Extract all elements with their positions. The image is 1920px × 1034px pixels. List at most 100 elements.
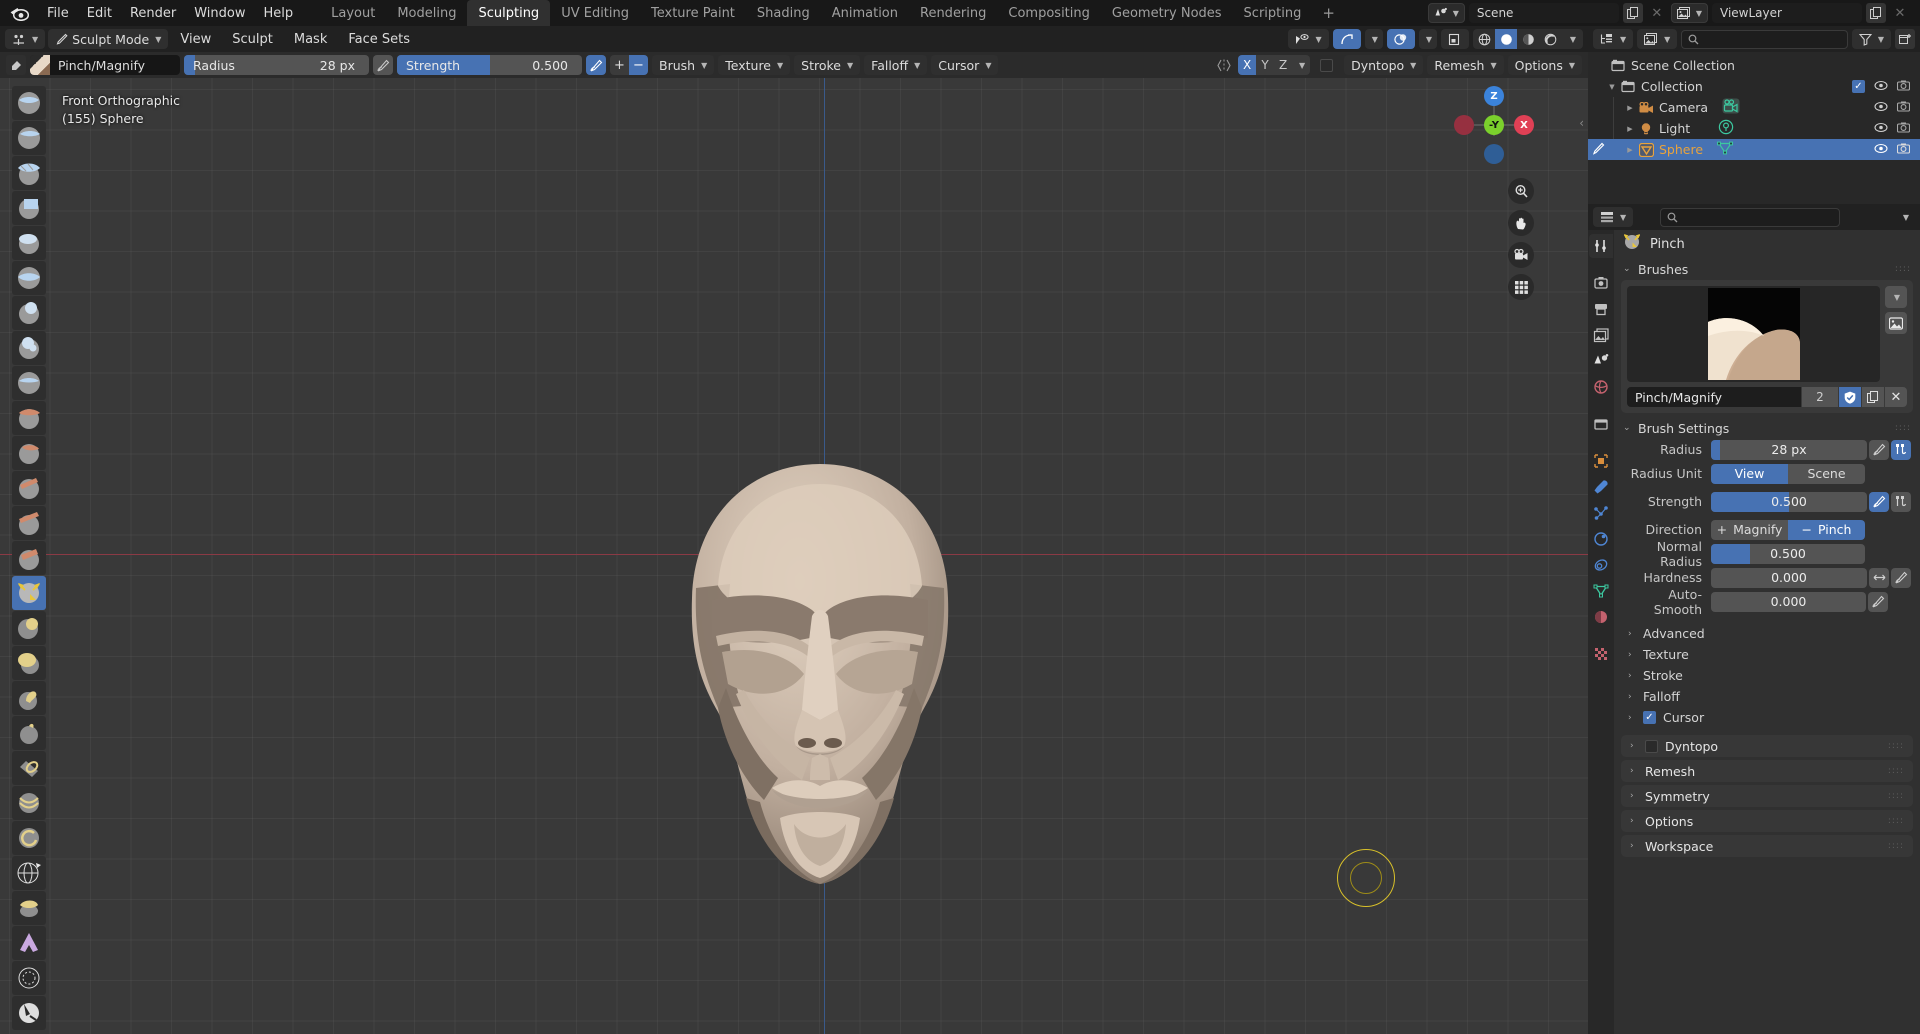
- tool-cloth[interactable]: [12, 926, 46, 960]
- disclosure-triangle[interactable]: ▶: [1624, 104, 1636, 112]
- outliner-display-mode-button[interactable]: ▼: [1637, 29, 1678, 49]
- tab-texture-paint[interactable]: Texture Paint: [640, 0, 746, 26]
- visibility-eye-icon[interactable]: [1874, 121, 1888, 136]
- direction-magnify-button[interactable]: + Magnify: [1711, 519, 1788, 540]
- outliner-row-light[interactable]: ▶ Light: [1588, 118, 1920, 139]
- menu-edit[interactable]: Edit: [78, 4, 121, 23]
- tool-draw-sharp[interactable]: [12, 121, 46, 155]
- mode-selector[interactable]: Sculpt Mode ▼: [48, 29, 169, 49]
- visibility-eye-icon[interactable]: [1874, 79, 1888, 94]
- tab-modeling[interactable]: Modeling: [386, 0, 467, 26]
- viewlayer-name-field[interactable]: ViewLayer: [1712, 3, 1862, 23]
- tab-collection[interactable]: [1589, 412, 1613, 436]
- visibility-eye-icon[interactable]: [1874, 100, 1888, 115]
- cursor-popover[interactable]: Cursor ▼: [931, 55, 999, 75]
- hardness-pressure-toggle[interactable]: [1891, 567, 1911, 588]
- subsection-stroke[interactable]: › Stroke: [1614, 665, 1920, 686]
- brush-selector[interactable]: Pinch/Magnify: [30, 55, 180, 75]
- properties-search-input[interactable]: [1660, 207, 1841, 227]
- menu-sculpt[interactable]: Sculpt: [223, 30, 282, 49]
- radius-pressure-toggle[interactable]: [1869, 439, 1889, 460]
- panel-options[interactable]: › Options ::::: [1621, 810, 1913, 832]
- panel-symmetry[interactable]: › Symmetry ::::: [1621, 785, 1913, 807]
- auto-smooth-slider[interactable]: 0.000: [1711, 591, 1866, 612]
- tool-clay-thumb[interactable]: [12, 226, 46, 260]
- tool-crease[interactable]: [12, 366, 46, 400]
- tab-animation[interactable]: Animation: [821, 0, 909, 26]
- tool-face-set-edit[interactable]: [12, 996, 46, 1030]
- camera-view-icon[interactable]: [1508, 242, 1534, 268]
- pan-hand-icon[interactable]: [1508, 210, 1534, 236]
- tool-inflate[interactable]: [12, 296, 46, 330]
- visibility-button[interactable]: ▼: [1287, 29, 1329, 49]
- shading-rendered-button[interactable]: [1539, 29, 1561, 49]
- visibility-eye-icon[interactable]: [1874, 142, 1888, 157]
- tool-pinch[interactable]: [12, 576, 46, 610]
- outliner-search-input[interactable]: [1681, 29, 1848, 49]
- tab-particles[interactable]: [1589, 501, 1613, 525]
- tool-elastic-deform[interactable]: [12, 646, 46, 680]
- falloff-popover[interactable]: Falloff ▼: [864, 55, 928, 75]
- duplicate-brush-button[interactable]: [1862, 387, 1884, 407]
- tool-multiplane-scrape[interactable]: [12, 541, 46, 575]
- xray-toggle-button[interactable]: [1441, 29, 1469, 49]
- symmetry-z-button[interactable]: Z: [1274, 55, 1293, 75]
- gizmo-neg-z-axis[interactable]: [1484, 144, 1504, 164]
- radius-pressure-button[interactable]: [373, 55, 393, 75]
- outliner-row-sphere[interactable]: ▶ Sphere: [1588, 139, 1920, 160]
- tool-clay-strips[interactable]: [12, 191, 46, 225]
- tab-output[interactable]: [1589, 297, 1613, 321]
- fake-user-button[interactable]: [1839, 387, 1861, 407]
- cursor-checkbox[interactable]: [1643, 711, 1656, 724]
- tool-layer[interactable]: [12, 261, 46, 295]
- 3d-viewport[interactable]: Front Orthographic (155) Sphere Z X -Y ‹: [0, 78, 1588, 1034]
- properties-editor-type-button[interactable]: ▼: [1593, 207, 1634, 227]
- direction-add-button[interactable]: +: [610, 55, 629, 75]
- tab-object-data[interactable]: [1589, 579, 1613, 603]
- gizmo-z-axis[interactable]: Z: [1484, 86, 1504, 106]
- scene-copy-button[interactable]: [1622, 3, 1643, 23]
- tool-nudge[interactable]: [12, 786, 46, 820]
- overlays-dropdown[interactable]: ▼: [1418, 29, 1437, 49]
- blender-logo-icon[interactable]: [6, 3, 32, 23]
- subsection-advanced[interactable]: › Advanced: [1614, 623, 1920, 644]
- tab-physics[interactable]: [1589, 527, 1613, 551]
- tab-object[interactable]: [1589, 449, 1613, 473]
- light-data-icon[interactable]: [1718, 119, 1734, 138]
- viewlayer-copy-button[interactable]: [1866, 3, 1886, 23]
- menu-help[interactable]: Help: [255, 4, 303, 23]
- tool-flatten[interactable]: [12, 436, 46, 470]
- tab-constraints[interactable]: [1589, 553, 1613, 577]
- symmetry-x-button[interactable]: X: [1238, 55, 1257, 75]
- options-popover[interactable]: Options ▼: [1507, 55, 1582, 75]
- menu-file[interactable]: File: [38, 4, 78, 23]
- radius-unit-view-button[interactable]: View: [1711, 463, 1788, 484]
- tool-draw[interactable]: [12, 86, 46, 120]
- radius-unit-scene-button[interactable]: Scene: [1788, 463, 1865, 484]
- tab-shading[interactable]: Shading: [746, 0, 821, 26]
- tool-settings-icon[interactable]: [6, 55, 26, 75]
- shading-dropdown-button[interactable]: ▼: [1561, 29, 1583, 49]
- gizmo-neg-x-axis[interactable]: [1454, 115, 1474, 135]
- unlink-brush-button[interactable]: ✕: [1885, 387, 1907, 407]
- mesh-data-icon[interactable]: [1717, 141, 1733, 158]
- editor-type-button[interactable]: ▼: [5, 29, 46, 49]
- menu-view[interactable]: View: [171, 30, 220, 49]
- gizmo-toggle-button[interactable]: [1332, 29, 1361, 49]
- tab-scripting[interactable]: Scripting: [1233, 0, 1313, 26]
- tool-scrape[interactable]: [12, 506, 46, 540]
- normal-radius-slider[interactable]: 0.500: [1711, 543, 1865, 564]
- tool-rotate[interactable]: [12, 821, 46, 855]
- dyntopo-panel-checkbox[interactable]: [1645, 739, 1658, 753]
- tab-texture[interactable]: [1589, 642, 1613, 666]
- add-workspace-button[interactable]: +: [1312, 2, 1345, 24]
- subsection-texture[interactable]: › Texture: [1614, 644, 1920, 665]
- auto-smooth-pressure-toggle[interactable]: [1868, 591, 1888, 612]
- brush-settings-panel-header[interactable]: ⌄ Brush Settings ::::: [1614, 417, 1920, 439]
- tool-clay[interactable]: [12, 156, 46, 190]
- tool-grab[interactable]: [12, 611, 46, 645]
- brush-preview-toggle-button[interactable]: [1885, 312, 1907, 334]
- tool-snake-hook[interactable]: [12, 681, 46, 715]
- tool-smooth[interactable]: [12, 401, 46, 435]
- ortho-persp-toggle-icon[interactable]: [1508, 274, 1534, 300]
